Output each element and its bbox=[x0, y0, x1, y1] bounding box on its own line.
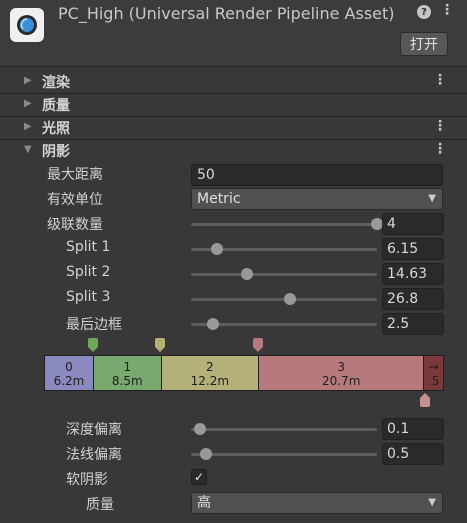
section-title: 阴影 bbox=[42, 144, 70, 160]
divider bbox=[0, 66, 467, 67]
split3-label: Split 3 bbox=[66, 289, 111, 305]
handle-tip bbox=[155, 347, 165, 352]
normal-bias-input[interactable]: 0.5 bbox=[382, 443, 444, 465]
asset-icon bbox=[10, 8, 44, 42]
cascade-segment-3: 3 20.7m bbox=[259, 356, 425, 390]
cascade-distance: 8.5m bbox=[111, 374, 143, 388]
soft-shadows-label: 软阴影 bbox=[66, 472, 108, 488]
depth-bias-slider[interactable] bbox=[191, 418, 377, 440]
slider-thumb[interactable] bbox=[207, 318, 220, 330]
handle-body bbox=[420, 398, 430, 407]
section-rendering[interactable]: ▶ 渲染 ⋮ bbox=[0, 71, 467, 93]
shadow-quality-value: 高 bbox=[197, 495, 211, 511]
slider-track bbox=[191, 453, 377, 456]
working-unit-value: Metric bbox=[197, 191, 241, 207]
section-title: 光照 bbox=[42, 121, 70, 137]
last-border-slider[interactable] bbox=[191, 313, 377, 335]
cascade-split-bar[interactable]: 0 6.2m 1 8.5m 2 12.2m 3 20.7m → .5 bbox=[44, 355, 444, 391]
last-border-label: 最后边框 bbox=[66, 317, 122, 333]
split3-input[interactable]: 26.8 bbox=[382, 288, 444, 310]
cascade-count-slider[interactable] bbox=[191, 213, 383, 235]
normal-bias-slider[interactable] bbox=[191, 443, 377, 465]
expand-arrow-icon[interactable]: ▼ bbox=[24, 144, 32, 155]
normal-bias-label: 法线偏离 bbox=[66, 447, 122, 463]
soft-shadows-checkbox[interactable]: ✓ bbox=[191, 469, 207, 485]
split1-slider[interactable] bbox=[191, 238, 377, 260]
slider-thumb[interactable] bbox=[211, 243, 224, 255]
collapse-arrow-icon[interactable]: ▶ bbox=[24, 98, 32, 109]
cascade-distance: 12.2m bbox=[190, 374, 230, 388]
slider-thumb[interactable] bbox=[240, 268, 253, 280]
slider-thumb[interactable] bbox=[199, 448, 212, 460]
inspector-header: PC_High (Universal Render Pipeline Asset… bbox=[0, 0, 467, 66]
help-icon[interactable]: ? bbox=[417, 5, 431, 19]
max-distance-label: 最大距离 bbox=[47, 167, 103, 183]
cascade-segment-2: 2 12.2m bbox=[161, 356, 260, 390]
cascade-segment-1: 1 8.5m bbox=[93, 356, 162, 390]
chevron-down-icon: ▼ bbox=[428, 193, 436, 204]
split1-input[interactable]: 6.15 bbox=[382, 238, 444, 260]
asset-title: PC_High (Universal Render Pipeline Asset… bbox=[58, 4, 395, 23]
header-menu-icon[interactable]: ⋮ bbox=[440, 2, 454, 18]
cascade-index: 1 bbox=[123, 360, 132, 374]
split2-label: Split 2 bbox=[66, 264, 111, 280]
slider-track bbox=[191, 273, 377, 276]
slider-thumb[interactable] bbox=[194, 423, 207, 435]
cascade-index: → bbox=[428, 360, 439, 374]
split1-label: Split 1 bbox=[66, 239, 111, 255]
cascade-split-handle-2[interactable] bbox=[155, 338, 165, 352]
cascade-index: 0 bbox=[65, 360, 73, 374]
chevron-down-icon: ▼ bbox=[428, 497, 436, 508]
open-button[interactable]: 打开 bbox=[400, 32, 448, 56]
handle-body bbox=[88, 338, 98, 347]
cascade-index: 3 bbox=[337, 360, 345, 374]
last-border-input[interactable]: 2.5 bbox=[382, 313, 444, 335]
slider-track bbox=[191, 428, 377, 431]
handle-tip bbox=[253, 347, 263, 352]
handle-body bbox=[155, 338, 165, 347]
cascade-segment-last-border: → .5 bbox=[424, 356, 443, 390]
working-unit-dropdown[interactable]: Metric ▼ bbox=[191, 188, 443, 210]
cascade-split-handle-3[interactable] bbox=[253, 338, 263, 352]
handle-tip bbox=[88, 347, 98, 352]
last-border-handle[interactable] bbox=[420, 393, 430, 407]
working-unit-label: 有效单位 bbox=[47, 192, 103, 208]
section-menu-icon[interactable]: ⋮ bbox=[433, 141, 447, 157]
section-menu-icon[interactable]: ⋮ bbox=[433, 118, 447, 134]
shadow-quality-label: 质量 bbox=[86, 497, 114, 513]
cascade-distance: .5 bbox=[427, 374, 440, 388]
cascade-count-label: 级联数量 bbox=[47, 217, 103, 233]
split3-slider[interactable] bbox=[191, 288, 377, 310]
collapse-arrow-icon[interactable]: ▶ bbox=[24, 121, 32, 132]
handle-body bbox=[253, 338, 263, 347]
section-shadows[interactable]: ▼ 阴影 ⋮ bbox=[0, 140, 467, 162]
cascade-distance: 20.7m bbox=[321, 374, 361, 388]
slider-thumb[interactable] bbox=[283, 293, 296, 305]
cascade-segment-0: 0 6.2m bbox=[45, 356, 94, 390]
section-menu-icon[interactable]: ⋮ bbox=[433, 72, 447, 88]
section-lighting[interactable]: ▶ 光照 ⋮ bbox=[0, 117, 467, 139]
depth-bias-input[interactable]: 0.1 bbox=[382, 418, 444, 440]
shadow-quality-dropdown[interactable]: 高 ▼ bbox=[191, 492, 443, 514]
section-title: 渲染 bbox=[42, 75, 70, 91]
cascade-count-input[interactable]: 4 bbox=[382, 213, 444, 235]
section-title: 质量 bbox=[42, 98, 70, 114]
collapse-arrow-icon[interactable]: ▶ bbox=[24, 75, 32, 86]
split2-input[interactable]: 14.63 bbox=[382, 263, 444, 285]
section-quality[interactable]: ▶ 质量 bbox=[0, 94, 467, 116]
depth-bias-label: 深度偏离 bbox=[66, 422, 122, 438]
slider-track bbox=[191, 223, 377, 226]
cascade-distance: 6.2m bbox=[53, 374, 85, 388]
cascade-split-handle-1[interactable] bbox=[88, 338, 98, 352]
split2-slider[interactable] bbox=[191, 263, 377, 285]
cascade-index: 2 bbox=[206, 360, 214, 374]
max-distance-input[interactable]: 50 bbox=[191, 164, 443, 186]
